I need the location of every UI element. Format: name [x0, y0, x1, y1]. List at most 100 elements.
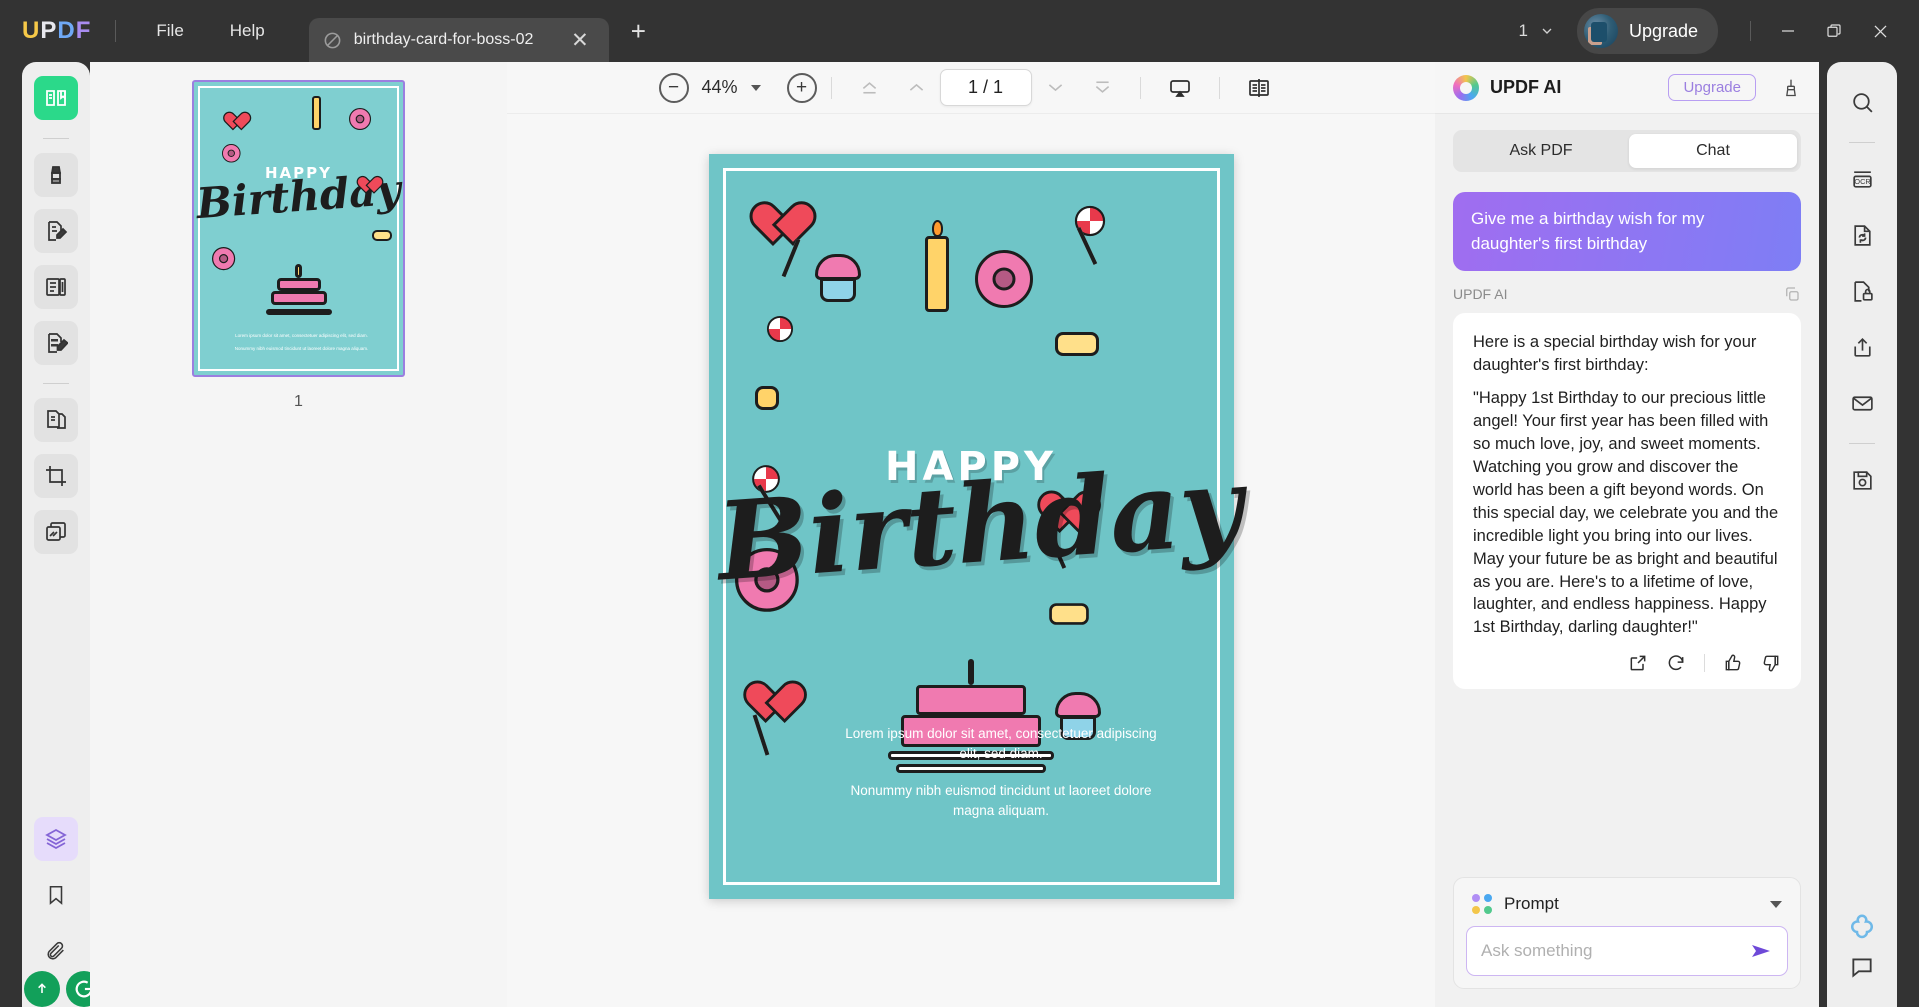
last-page-icon [1095, 81, 1109, 93]
ai-conversation[interactable]: Give me a birthday wish for my daughter'… [1435, 172, 1819, 877]
sidebar-item-compare[interactable] [34, 398, 78, 442]
bookmark-icon [49, 885, 63, 905]
toolbar-divider-2 [1139, 76, 1141, 99]
tool-search[interactable] [1840, 80, 1884, 124]
tab-close-icon[interactable]: ✕ [565, 28, 595, 53]
right-toolbar: OCR [1827, 62, 1897, 1007]
thumbs-up-button[interactable] [1723, 653, 1743, 673]
layers-icon [45, 828, 67, 850]
candy-decoration-2 [754, 386, 779, 410]
ocr-icon: OCR [1852, 170, 1872, 188]
comment-float-button[interactable] [1842, 947, 1882, 987]
menu-help[interactable]: Help [214, 15, 281, 47]
sidebar-item-bookmark[interactable] [34, 873, 78, 917]
compare-documents-icon [47, 410, 66, 429]
tool-share[interactable] [1840, 325, 1884, 369]
edit-document-icon [48, 221, 68, 241]
sidebar-item-reader[interactable] [34, 76, 78, 120]
book-reader-icon [46, 90, 66, 106]
menu-file[interactable]: File [140, 15, 199, 47]
viewer-toolbar: − 44% + 1 / 1 [507, 62, 1435, 114]
ai-panel: UPDF AI Upgrade Ask PDF Chat Give me a b… [1435, 62, 1819, 1007]
sidebar-item-organize[interactable] [34, 265, 78, 309]
convert-document-icon [1853, 224, 1871, 246]
highlighter-icon [50, 166, 62, 184]
sidebar-item-highlight[interactable] [34, 153, 78, 197]
document-tab[interactable]: birthday-card-for-boss-02 ✕ [308, 18, 609, 62]
window-count-value: 1 [1518, 21, 1528, 40]
ai-upgrade-button[interactable]: Upgrade [1668, 74, 1756, 101]
maximize-button[interactable] [1811, 9, 1857, 53]
ai-assistant-float-button[interactable] [1842, 907, 1882, 947]
presentation-mode-button[interactable] [1155, 71, 1205, 105]
left-toolbar [22, 62, 90, 1007]
page-layout-button[interactable] [1234, 71, 1284, 105]
download-icon [38, 983, 46, 993]
window-count-dropdown[interactable]: 1 [1518, 21, 1554, 41]
sidebar-item-crop[interactable] [34, 454, 78, 498]
close-window-button[interactable] [1857, 9, 1903, 53]
thumbnail-panel: HAPPY Birthday Lorem ipsum dolor sit ame… [90, 62, 507, 1007]
minimize-icon [1782, 30, 1794, 32]
tool-convert[interactable] [1840, 213, 1884, 257]
ask-input[interactable] [1481, 941, 1749, 961]
tool-save[interactable] [1840, 458, 1884, 502]
assistant-paragraph-1: Here is a special birthday wish for your… [1473, 333, 1757, 375]
avatar [1583, 14, 1618, 48]
sidebar-item-batch[interactable] [34, 510, 78, 554]
zoom-out-button[interactable]: − [658, 72, 689, 103]
tab-chat[interactable]: Chat [1629, 134, 1797, 168]
next-page-button[interactable] [1032, 72, 1079, 103]
broom-icon [1786, 79, 1796, 96]
thumbnail-page-label: 1 [294, 393, 303, 410]
sidebar-item-fill-sign[interactable] [34, 321, 78, 365]
minimize-button[interactable] [1765, 9, 1811, 53]
last-page-button[interactable] [1079, 72, 1126, 103]
heart-decoration-3 [756, 683, 798, 725]
chevron-down-icon[interactable] [1770, 900, 1782, 908]
tool-ocr[interactable]: OCR [1840, 157, 1884, 201]
copy-button[interactable] [1783, 285, 1801, 303]
clear-chat-button[interactable] [1781, 78, 1801, 98]
new-tab-button[interactable]: + [625, 16, 652, 46]
chevron-down-icon [1542, 28, 1552, 34]
zoom-dropdown-icon[interactable] [750, 84, 761, 91]
sidebar-item-attachment[interactable] [34, 929, 78, 973]
thumbs-down-button[interactable] [1761, 653, 1781, 673]
app-window: U P D F File Help birthday-card-for-boss… [0, 0, 1919, 1007]
save-disk-icon [1852, 470, 1872, 490]
ai-panel-header: UPDF AI Upgrade [1435, 62, 1819, 114]
regenerate-button[interactable] [1666, 653, 1686, 673]
share-upload-icon [1853, 337, 1871, 357]
ai-flower-icon [1850, 914, 1874, 939]
pdf-file-icon [323, 31, 342, 50]
titlebar-right-group: 1 Upgrade [1518, 8, 1919, 54]
tab-title: birthday-card-for-boss-02 [353, 31, 534, 48]
card-body-paragraph-1: Lorem ipsum dolor sit amet, consectetuer… [845, 726, 1157, 762]
candy-decoration-3 [1048, 603, 1089, 625]
zoom-level-value[interactable]: 44% [689, 77, 751, 98]
thumbnail-page-1[interactable]: HAPPY Birthday Lorem ipsum dolor sit ame… [192, 80, 405, 377]
zoom-in-button[interactable]: + [786, 72, 817, 103]
sidebar-item-layers[interactable] [34, 817, 78, 861]
window-controls-divider [1750, 21, 1751, 41]
download-badge[interactable] [24, 971, 60, 1007]
sidebar-item-edit-pdf[interactable] [34, 209, 78, 253]
svg-text:OCR: OCR [1854, 177, 1870, 186]
ai-panel-title: UPDF AI [1490, 77, 1562, 97]
next-page-icon [1048, 84, 1062, 92]
first-page-button[interactable] [846, 72, 893, 103]
tool-protect[interactable] [1840, 269, 1884, 313]
updf-logo: U P D F [22, 17, 91, 45]
tool-email[interactable] [1840, 381, 1884, 425]
send-button[interactable] [1749, 939, 1773, 963]
prompt-selector[interactable]: Prompt [1466, 890, 1788, 926]
pdf-page-1[interactable]: HAPPY Birthday Lorem ipsum dolor sit ame… [708, 154, 1246, 899]
page-indicator[interactable]: 1 / 1 [939, 69, 1032, 106]
lock-document-icon [1853, 280, 1873, 302]
previous-page-button[interactable] [893, 72, 940, 103]
thumbs-up-icon [1725, 654, 1741, 671]
upgrade-button[interactable]: Upgrade [1576, 8, 1718, 54]
open-external-button[interactable] [1628, 653, 1648, 673]
tab-ask-pdf[interactable]: Ask PDF [1457, 134, 1625, 168]
